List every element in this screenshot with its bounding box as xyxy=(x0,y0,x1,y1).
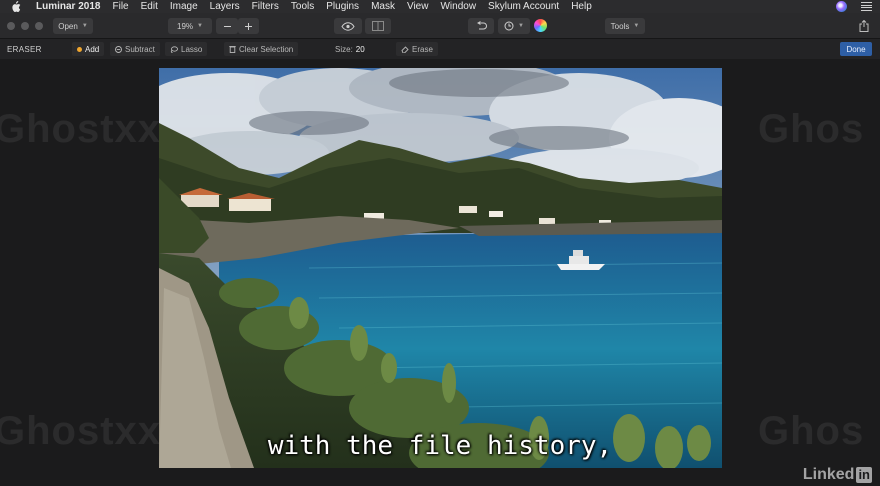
open-label: Open xyxy=(58,21,78,31)
menu-help[interactable]: Help xyxy=(571,1,592,12)
menu-image[interactable]: Image xyxy=(170,1,198,12)
menu-filters[interactable]: Filters xyxy=(252,1,279,12)
zoom-in-button[interactable] xyxy=(238,18,259,34)
add-plus-icon xyxy=(77,46,82,52)
compare-button[interactable] xyxy=(365,18,391,34)
lasso-mode-button[interactable]: Lasso xyxy=(165,42,208,56)
undo-icon xyxy=(476,21,487,30)
share-icon[interactable] xyxy=(856,17,872,35)
zoom-dropdown[interactable]: 19% ▼ xyxy=(168,18,212,34)
close-window-button[interactable] xyxy=(7,22,15,30)
linkedin-text: Linked xyxy=(802,466,855,483)
zoom-value: 19% xyxy=(177,21,194,31)
tools-dropdown[interactable]: Tools ▼ xyxy=(605,18,645,34)
video-caption: with the file history, xyxy=(267,431,613,461)
linkedin-in-box: in xyxy=(856,467,872,483)
chevron-down-icon: ▼ xyxy=(633,23,640,29)
canvas-area: Ghostxx.com Ghos Ghostxx.com Ghos Linked… xyxy=(0,59,880,486)
history-dropdown[interactable]: ▼ xyxy=(498,18,530,34)
trash-icon xyxy=(229,46,236,53)
menu-file[interactable]: File xyxy=(112,1,128,12)
chevron-down-icon: ▼ xyxy=(518,23,524,29)
menu-app-name[interactable]: Luminar 2018 xyxy=(36,1,100,12)
menu-window[interactable]: Window xyxy=(440,1,476,12)
erase-label: Erase xyxy=(412,44,433,54)
minus-icon xyxy=(223,25,231,27)
menu-list-icon[interactable] xyxy=(861,2,872,11)
compare-icon xyxy=(372,21,384,31)
history-clock-icon xyxy=(504,21,514,31)
subtract-label: Subtract xyxy=(125,44,155,54)
minimize-window-button[interactable] xyxy=(21,22,29,30)
add-label: Add xyxy=(85,44,100,54)
apple-logo-icon[interactable] xyxy=(10,1,22,13)
zoom-out-button[interactable] xyxy=(216,18,238,34)
menu-bar-extras xyxy=(836,1,872,12)
chevron-down-icon: ▼ xyxy=(197,23,203,29)
photo-canvas[interactable] xyxy=(159,68,722,468)
menu-tools[interactable]: Tools xyxy=(291,1,314,12)
undo-button[interactable] xyxy=(468,18,494,34)
brush-size-control[interactable]: Size: 20 xyxy=(330,42,370,56)
landscape-photo xyxy=(159,68,722,468)
eraser-options-bar: ERASER Add Subtract Lasso Clear Selectio… xyxy=(0,39,880,59)
watermark-text: Ghos xyxy=(758,107,865,151)
preview-button[interactable] xyxy=(334,18,362,34)
menu-layers[interactable]: Layers xyxy=(210,1,240,12)
eye-icon xyxy=(341,21,355,31)
size-value: 20 xyxy=(355,44,365,54)
open-button[interactable]: Open ▼ xyxy=(53,18,93,34)
menu-view[interactable]: View xyxy=(407,1,429,12)
main-toolbar: Open ▼ 19% ▼ ▼ Tools ▼ xyxy=(0,13,880,39)
menu-mask[interactable]: Mask xyxy=(371,1,395,12)
add-mode-button[interactable]: Add xyxy=(72,42,105,56)
erase-button[interactable]: Erase xyxy=(396,42,438,56)
menu-bar: Luminar 2018 File Edit Image Layers Filt… xyxy=(0,0,880,13)
lasso-label: Lasso xyxy=(181,44,203,54)
menu-edit[interactable]: Edit xyxy=(141,1,158,12)
menu-plugins[interactable]: Plugins xyxy=(326,1,359,12)
eraser-title: ERASER xyxy=(7,45,42,54)
window-controls xyxy=(7,22,43,30)
zoom-window-button[interactable] xyxy=(35,22,43,30)
luminar-window: Luminar 2018 File Edit Image Layers Filt… xyxy=(0,0,880,486)
clear-selection-label: Clear Selection xyxy=(239,44,294,54)
linkedin-logo: Linked in xyxy=(803,466,872,484)
menu-skylum-account[interactable]: Skylum Account xyxy=(488,1,559,12)
color-wheel-icon[interactable] xyxy=(534,19,547,32)
lasso-icon xyxy=(170,45,178,53)
done-button[interactable]: Done xyxy=(840,42,872,56)
subtract-icon xyxy=(115,45,122,53)
eraser-icon xyxy=(401,45,409,53)
tools-label: Tools xyxy=(610,21,630,31)
subtract-mode-button[interactable]: Subtract xyxy=(110,42,160,56)
size-label: Size: xyxy=(335,44,353,54)
chevron-down-icon: ▼ xyxy=(81,23,88,29)
siri-icon[interactable] xyxy=(836,1,847,12)
plus-icon xyxy=(245,22,252,30)
clear-selection-button[interactable]: Clear Selection xyxy=(224,42,299,56)
